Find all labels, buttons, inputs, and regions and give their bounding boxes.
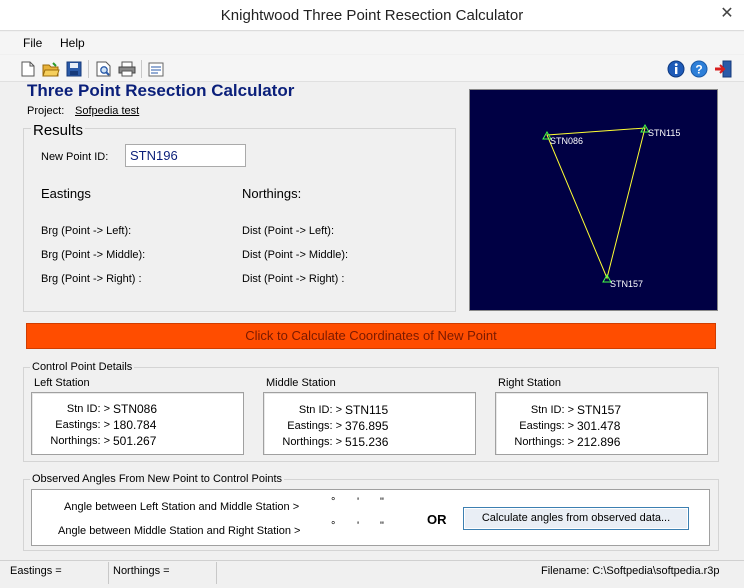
station-triangle	[546, 127, 646, 280]
angle1-minutes-mark: '	[357, 496, 360, 508]
new-point-label: New Point ID:	[41, 151, 109, 163]
toolbar-separator	[88, 60, 89, 78]
angle2-seconds-mark: "	[380, 520, 384, 532]
eastings-heading: Eastings	[41, 186, 91, 201]
right-eastings-label: Eastings: >	[519, 420, 574, 432]
menu-help[interactable]: Help	[60, 36, 85, 50]
dist-left-label: Dist (Point -> Left):	[242, 225, 335, 237]
window-title: Knightwood Three Point Resection Calcula…	[220, 7, 524, 24]
middle-eastings-value: 376.895	[345, 419, 389, 433]
observed-angles-title: Observed Angles From New Point to Contro…	[30, 473, 285, 485]
print-preview-icon	[96, 61, 111, 77]
svg-text:?: ?	[695, 63, 702, 77]
left-station-title: Left Station	[34, 377, 90, 389]
help-button[interactable]: ?	[689, 59, 709, 79]
status-divider	[108, 562, 109, 584]
angle-middle-right-label: Angle between Middle Station and Right S…	[58, 525, 301, 537]
angle2-degrees-mark: °	[331, 520, 336, 532]
app-heading: Three Point Resection Calculator	[27, 81, 295, 100]
left-stn-id-label: Stn ID: >	[66, 403, 110, 415]
station-map-svg: STN086 STN115 STN157	[542, 123, 680, 289]
status-divider	[216, 562, 217, 584]
middle-stn-id-value: STN115	[345, 403, 389, 417]
map-label-stn157: STN157	[610, 279, 643, 289]
right-stn-id-value: STN157	[577, 403, 622, 417]
left-northings-label: Northings: >	[50, 435, 110, 447]
new-icon	[21, 61, 35, 77]
middle-northings-value: 515.236	[345, 435, 389, 449]
right-eastings-value: 301.478	[577, 419, 621, 433]
map-label-stn086: STN086	[550, 136, 583, 146]
angle-left-middle-label: Angle between Left Station and Middle St…	[64, 501, 300, 513]
brg-right-label: Brg (Point -> Right) :	[41, 273, 142, 285]
left-eastings-label: Eastings: >	[55, 419, 110, 431]
status-eastings: Eastings =	[10, 565, 62, 577]
left-eastings-value: 180.784	[113, 418, 157, 432]
print-button[interactable]	[117, 59, 137, 79]
status-filename: Filename: C:\Softpedia\softpedia.r3p	[541, 565, 720, 577]
calculate-angles-button[interactable]: Calculate angles from observed data...	[463, 507, 689, 530]
list-button[interactable]	[146, 59, 166, 79]
angle1-degrees-mark: °	[331, 496, 336, 508]
right-station-title: Right Station	[498, 377, 561, 389]
exit-icon	[715, 60, 732, 78]
new-button[interactable]	[18, 59, 38, 79]
middle-northings-label: Northings: >	[282, 436, 342, 448]
print-preview-button[interactable]	[94, 59, 114, 79]
project-label: Project:	[27, 105, 65, 117]
open-folder-icon	[42, 61, 60, 76]
middle-stn-id-label: Stn ID: >	[298, 404, 342, 416]
print-icon	[118, 61, 136, 77]
middle-eastings-label: Eastings: >	[287, 420, 342, 432]
list-icon	[148, 62, 164, 76]
brg-left-label: Brg (Point -> Left):	[41, 225, 132, 237]
save-icon	[66, 61, 82, 77]
help-icon: ?	[690, 60, 708, 78]
or-label: OR	[427, 512, 447, 527]
info-button[interactable]	[666, 59, 686, 79]
info-icon	[667, 60, 685, 78]
save-button[interactable]	[64, 59, 84, 79]
toolbar-separator	[141, 60, 142, 78]
map-label-stn115: STN115	[648, 128, 680, 138]
calculate-coordinates-button[interactable]: Click to Calculate Coordinates of New Po…	[26, 323, 716, 349]
results-title: Results	[31, 122, 86, 139]
northings-heading: Northings:	[242, 186, 302, 201]
open-button[interactable]	[41, 59, 61, 79]
menu-bar	[0, 32, 744, 54]
left-stn-id-value: STN086	[113, 402, 158, 416]
dist-middle-label: Dist (Point -> Middle):	[242, 249, 349, 261]
right-northings-label: Northings: >	[514, 436, 574, 448]
angle1-seconds-mark: "	[380, 496, 384, 508]
left-northings-value: 501.267	[113, 434, 157, 448]
project-name-link[interactable]: Sofpedia test	[75, 105, 139, 117]
new-point-input[interactable]	[125, 144, 246, 167]
close-button[interactable]: ✕	[712, 2, 742, 26]
angle2-minutes-mark: '	[357, 520, 360, 532]
middle-station-title: Middle Station	[266, 377, 336, 389]
status-northings: Northings =	[113, 565, 170, 577]
station-map[interactable]: STN086 STN115 STN157	[469, 89, 718, 311]
menu-file[interactable]: File	[23, 36, 42, 50]
right-northings-value: 212.896	[577, 435, 621, 449]
brg-middle-label: Brg (Point -> Middle):	[41, 249, 146, 261]
exit-button[interactable]	[713, 59, 733, 79]
right-stn-id-label: Stn ID: >	[530, 404, 574, 416]
dist-right-label: Dist (Point -> Right) :	[242, 273, 345, 285]
control-point-title: Control Point Details	[30, 361, 135, 373]
